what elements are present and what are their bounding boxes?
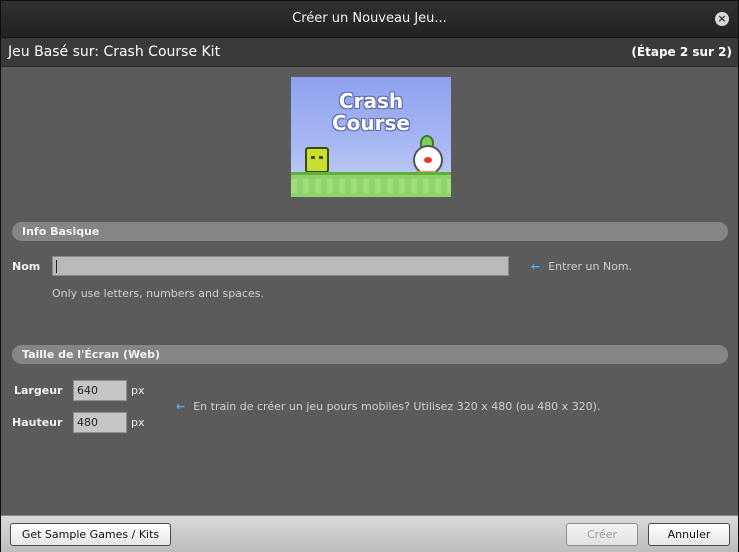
width-unit: px: [131, 384, 145, 397]
name-input[interactable]: [52, 256, 509, 276]
name-label: Nom: [12, 260, 41, 273]
height-input[interactable]: 480: [73, 412, 127, 433]
basic-info-title: Info Basique: [22, 225, 100, 238]
preview-title-line2: Course: [332, 111, 410, 135]
preview-title-line1: Crash: [338, 89, 404, 113]
name-hint: ← Entrer un Nom.: [531, 260, 632, 273]
screen-size-title: Taille de l'Écran (Web): [22, 348, 161, 361]
grass-ground: [291, 172, 451, 197]
based-on-label: Jeu Basé sur: Crash Course Kit: [8, 44, 221, 60]
basic-info-section: Info Basique: [12, 222, 728, 241]
height-unit: px: [131, 416, 145, 429]
kit-preview-image: Crash Course: [291, 77, 451, 197]
name-help-text: Only use letters, numbers and spaces.: [52, 287, 264, 300]
screen-size-section: Taille de l'Écran (Web): [12, 345, 728, 364]
dialog-footer: Get Sample Games / Kits Créer Annuler: [1, 515, 738, 552]
mobile-hint: ← En train de créer un jeu pours mobiles?…: [176, 400, 600, 413]
dialog-content: Crash Course Info Basique Nom ← Entrer un…: [1, 67, 738, 515]
width-label: Largeur: [14, 384, 63, 397]
title-bar[interactable]: Créer un Nouveau Jeu... ×: [1, 1, 738, 38]
arrow-left-icon: ←: [531, 260, 541, 273]
get-sample-games-button[interactable]: Get Sample Games / Kits: [10, 523, 171, 546]
width-input[interactable]: 640: [73, 380, 127, 401]
subheader: Jeu Basé sur: Crash Course Kit (Étape 2 …: [1, 38, 738, 67]
dialog-title: Créer un Nouveau Jeu...: [292, 11, 447, 26]
create-button[interactable]: Créer: [566, 523, 638, 546]
text-caret: [56, 260, 57, 273]
name-hint-text: Entrer un Nom.: [548, 260, 633, 273]
hero-character-icon: [305, 147, 329, 173]
arrow-left-icon: ←: [176, 400, 186, 413]
height-label: Hauteur: [12, 416, 63, 429]
close-icon[interactable]: ×: [715, 12, 729, 26]
step-indicator: (Étape 2 sur 2): [631, 45, 732, 59]
cancel-button[interactable]: Annuler: [648, 523, 730, 546]
mobile-hint-text: En train de créer un jeu pours mobiles? …: [193, 400, 601, 413]
create-game-dialog: Créer un Nouveau Jeu... × Jeu Basé sur: …: [0, 0, 739, 552]
